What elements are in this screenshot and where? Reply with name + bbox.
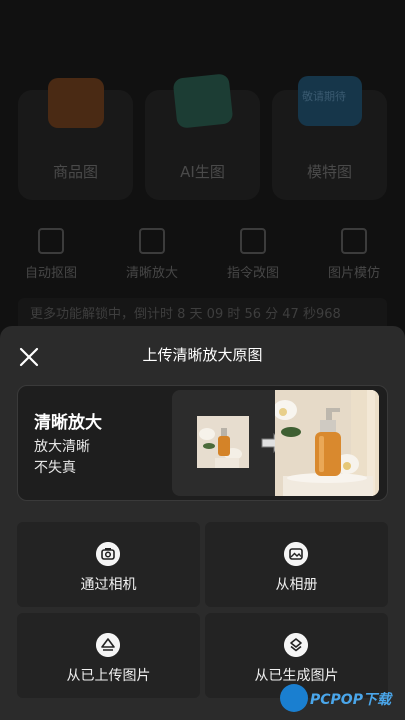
tool-label: 清晰放大 bbox=[125, 266, 178, 281]
card-label: 商品图 bbox=[52, 163, 98, 181]
layers-icon bbox=[284, 633, 308, 657]
tool-auto-cutout: 自动抠图 bbox=[11, 228, 91, 281]
watermark: PCPOP下载 bbox=[280, 682, 402, 716]
feature-subtitle: 放大清晰 bbox=[34, 439, 90, 455]
photo-album-icon bbox=[284, 542, 308, 566]
coming-soon-badge: 敬请期待 bbox=[302, 90, 346, 103]
camera-label: 通过相机 bbox=[80, 577, 137, 593]
tool-label: 图片模仿 bbox=[327, 266, 380, 281]
tool-row: 自动抠图 清晰放大 指令改图 图片模仿 bbox=[0, 228, 405, 284]
card-label: AI生图 bbox=[180, 163, 225, 181]
card-model-image: 敬请期待 模特图 bbox=[272, 76, 387, 200]
card-icon bbox=[172, 73, 234, 129]
sheet-header: 上传清晰放大原图 bbox=[0, 326, 405, 386]
uploaded-images-button[interactable]: 从已上传图片 bbox=[17, 613, 200, 698]
shopping-bag-icon bbox=[48, 78, 104, 128]
tool-label: 自动抠图 bbox=[24, 266, 77, 281]
album-button[interactable]: 从相册 bbox=[205, 522, 388, 607]
after-photo bbox=[275, 390, 379, 496]
watermark-logo-icon bbox=[280, 684, 308, 712]
upload-sheet: 上传清晰放大原图 清晰放大 放大清晰 不失真 通过相机 从相册 从已上传图片 从… bbox=[0, 326, 405, 720]
card-ai-image: AI生图 bbox=[145, 73, 260, 200]
enlarge-icon bbox=[139, 228, 165, 254]
uploaded-images-label: 从已上传图片 bbox=[66, 668, 151, 684]
tool-imitate: 图片模仿 bbox=[314, 228, 394, 281]
tool-enlarge: 清晰放大 bbox=[112, 228, 192, 281]
feature-cards: 商品图 AI生图 敬请期待 模特图 bbox=[0, 73, 405, 200]
cutout-icon bbox=[38, 228, 64, 254]
before-after-preview bbox=[172, 390, 379, 496]
camera-icon bbox=[96, 542, 120, 566]
tool-edit: 指令改图 bbox=[213, 228, 293, 281]
camera-button[interactable]: 通过相机 bbox=[17, 522, 200, 607]
feature-title: 清晰放大 bbox=[34, 413, 102, 433]
album-label: 从相册 bbox=[275, 577, 318, 593]
portrait-icon bbox=[341, 228, 367, 254]
edit-icon bbox=[240, 228, 266, 254]
feature-card: 清晰放大 放大清晰 不失真 bbox=[17, 385, 388, 501]
watermark-text: PCPOP下载 bbox=[310, 692, 391, 708]
card-label: 模特图 bbox=[306, 163, 352, 181]
upload-cloud-icon bbox=[96, 633, 120, 657]
sheet-title: 上传清晰放大原图 bbox=[142, 346, 263, 364]
card-product-image: 商品图 bbox=[18, 78, 133, 200]
tool-label: 指令改图 bbox=[226, 266, 279, 281]
feature-subtitle: 不失真 bbox=[34, 460, 76, 476]
before-photo bbox=[197, 416, 249, 468]
